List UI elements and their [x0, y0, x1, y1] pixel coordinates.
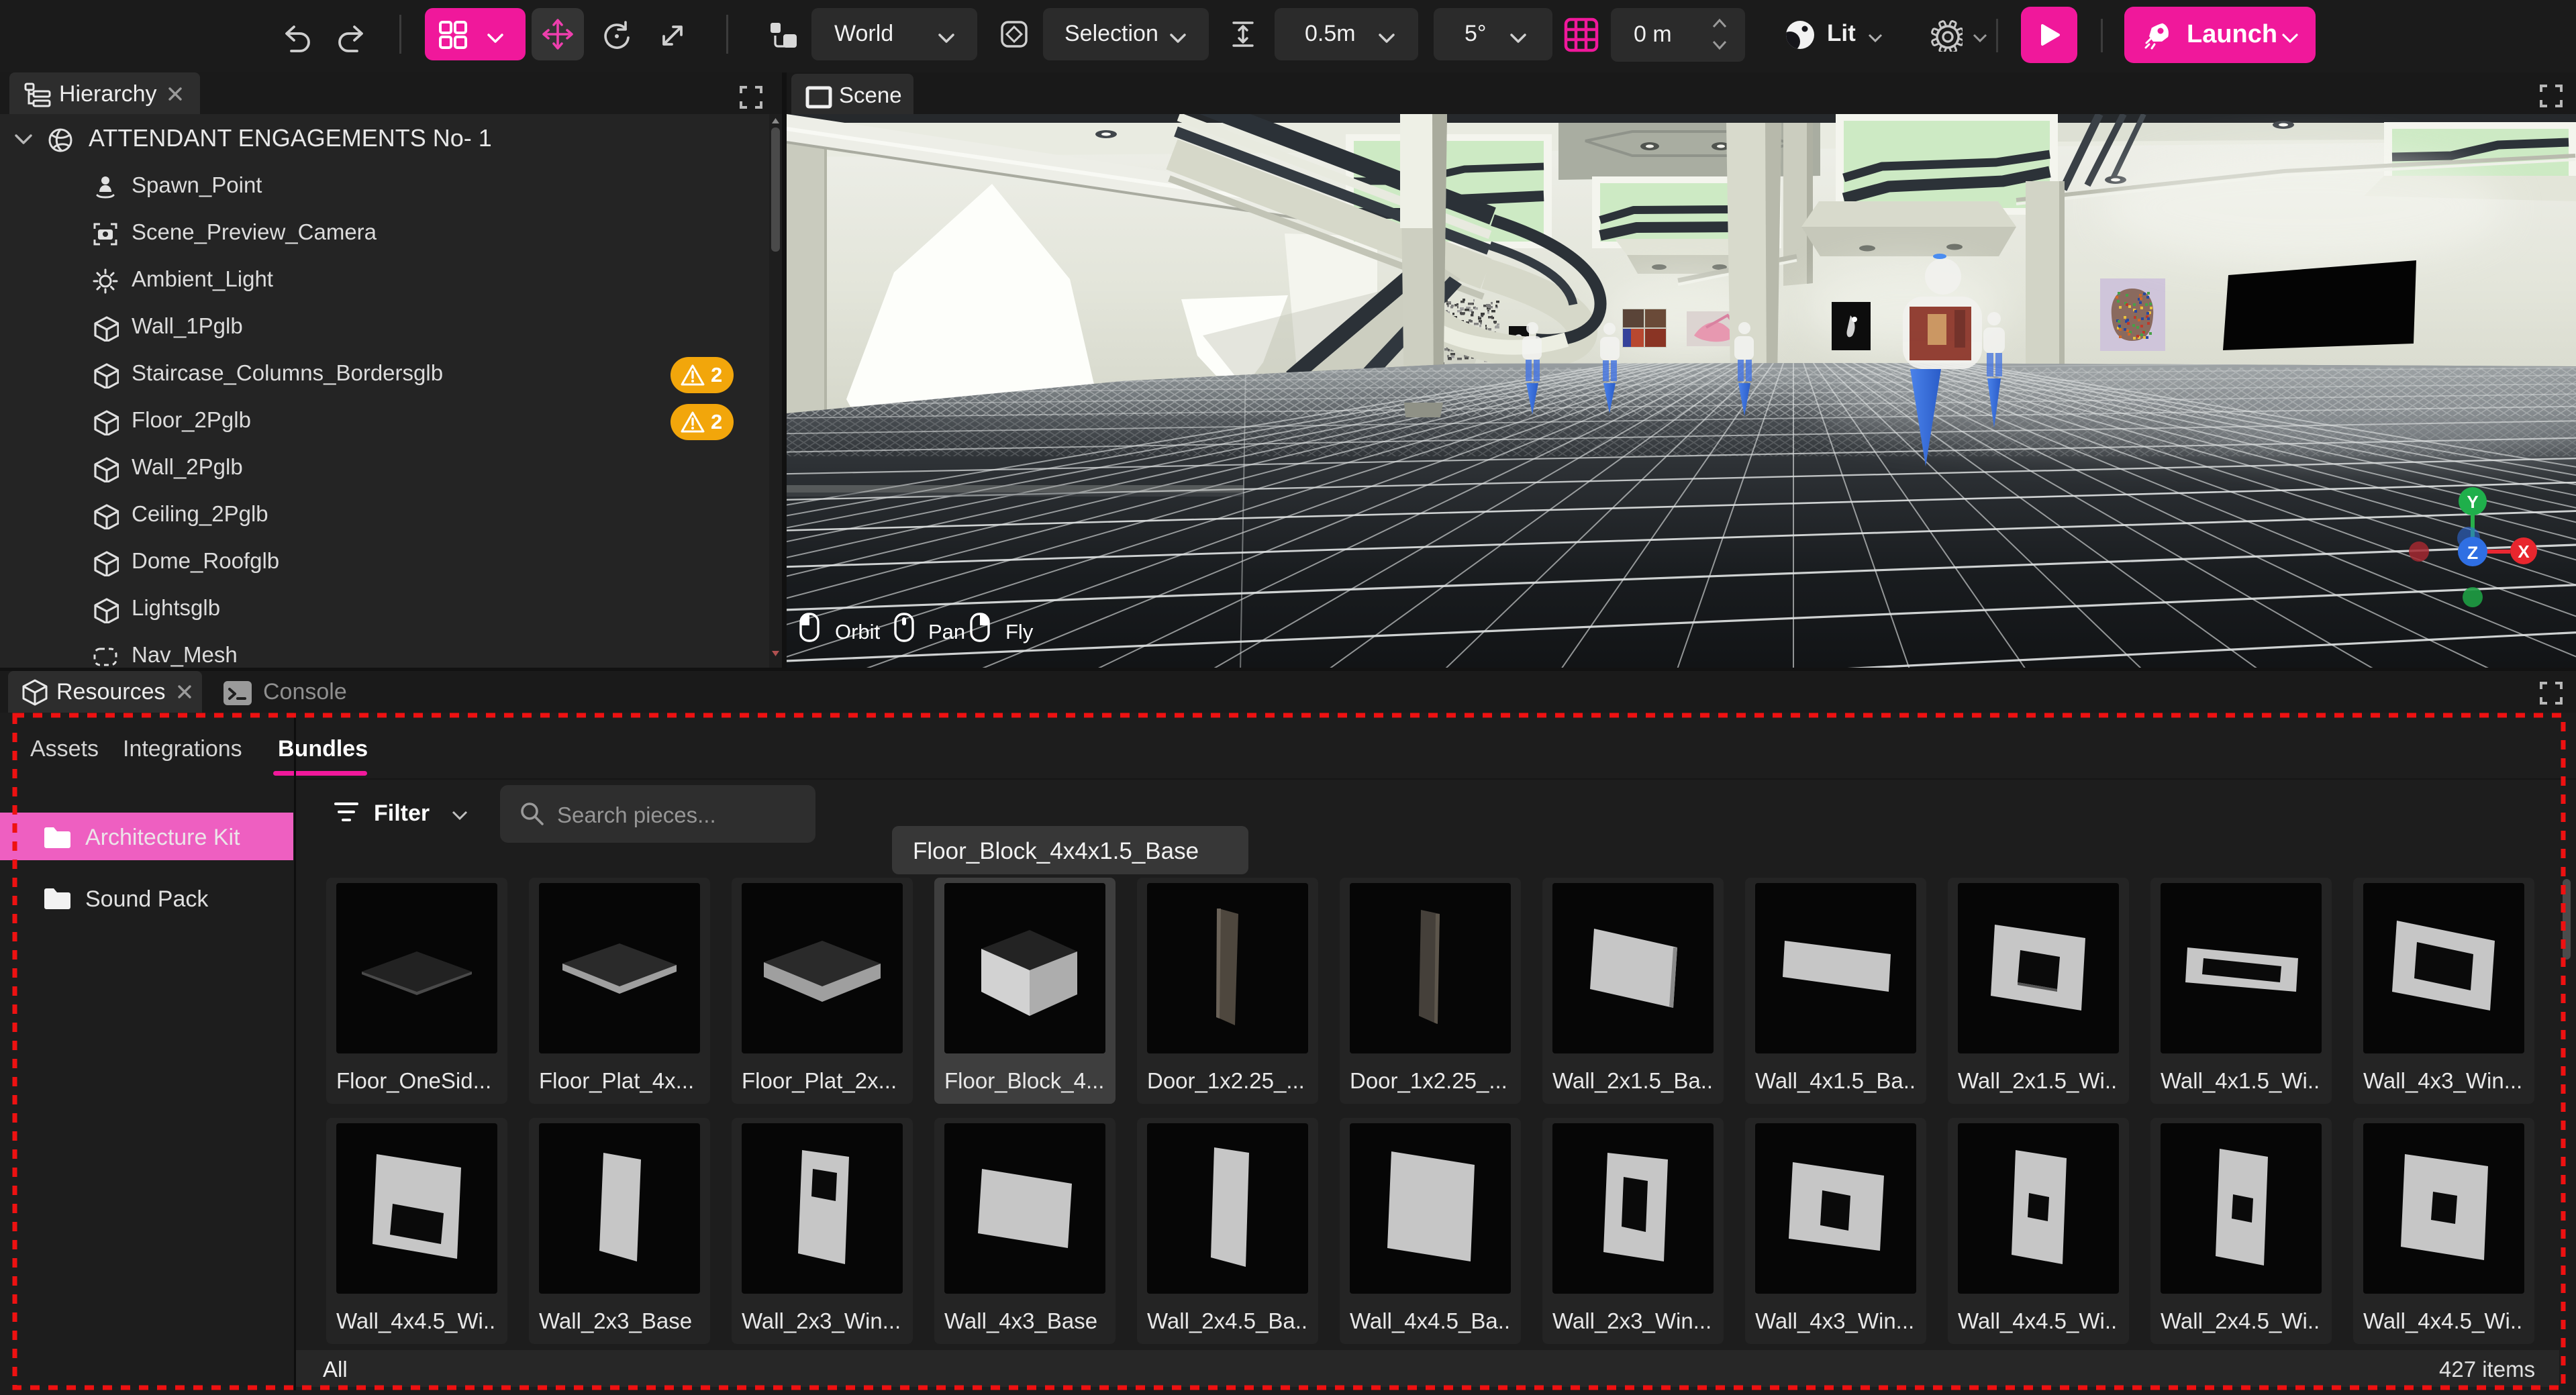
- svg-text:Orbit: Orbit: [835, 620, 881, 643]
- svg-text:Z: Z: [2467, 543, 2479, 563]
- svg-text:Fly: Fly: [1005, 620, 1034, 643]
- svg-text:Pan: Pan: [928, 620, 965, 643]
- svg-text:X: X: [2518, 541, 2530, 562]
- svg-text:Y: Y: [2467, 492, 2478, 512]
